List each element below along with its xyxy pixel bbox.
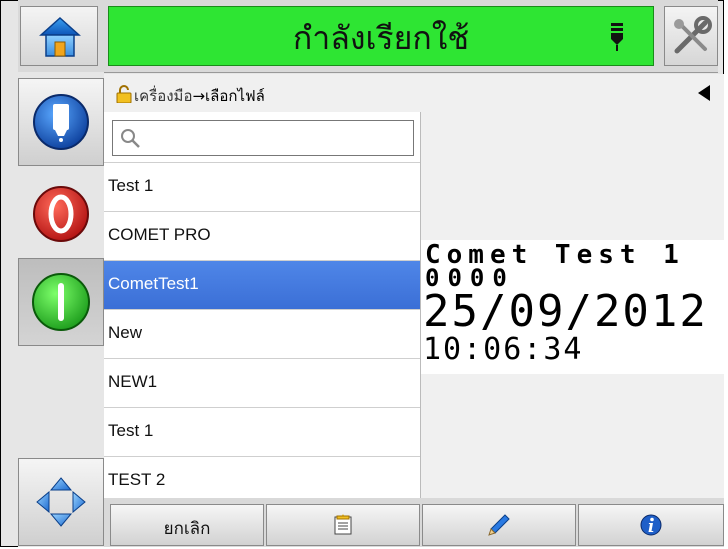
stop-button[interactable]	[18, 170, 104, 258]
breadcrumb-bar: เครื่องมือ→เลือกไฟล์	[104, 74, 724, 112]
file-item[interactable]: Test 1	[104, 162, 420, 211]
breadcrumb: เครื่องมือ→เลือกไฟล์	[134, 84, 265, 108]
tools-button[interactable]	[664, 6, 718, 66]
search-input[interactable]	[112, 120, 414, 156]
preview-panel: Comet Test 1 0000 25/09/2012 10:06:34	[421, 112, 724, 498]
status-banner: กำลังเรียกใช้	[108, 6, 654, 66]
lock-icon	[116, 85, 132, 103]
start-button[interactable]	[18, 258, 104, 346]
cancel-button[interactable]: ยกเลิก	[110, 504, 264, 546]
left-toolbar	[18, 72, 104, 547]
file-item[interactable]: NEW1	[104, 358, 420, 407]
info-icon	[640, 514, 662, 536]
ink-cartridge-icon	[33, 94, 89, 150]
pencil-icon	[488, 514, 510, 536]
info-button[interactable]	[578, 504, 724, 546]
start-icon	[32, 273, 90, 331]
breadcrumb-separator: →	[192, 87, 206, 105]
top-bar: กำลังเรียกใช้	[18, 0, 718, 73]
bottom-toolbar: ยกเลิก	[104, 498, 724, 547]
back-arrow-icon[interactable]	[698, 85, 710, 101]
new-file-icon	[334, 514, 352, 535]
message-preview: Comet Test 1 0000 25/09/2012 10:06:34	[421, 240, 724, 374]
breadcrumb-tools[interactable]: เครื่องมือ	[134, 87, 192, 105]
status-text: กำลังเรียกใช้	[292, 19, 470, 57]
navigation-button[interactable]	[18, 458, 104, 546]
home-icon	[39, 16, 81, 57]
breadcrumb-current: เลือกไฟล์	[205, 87, 265, 105]
file-list-panel: Test 1 COMET PRO CometTest1 New NEW1 Tes…	[104, 112, 421, 498]
printhead-icon	[611, 23, 623, 51]
ink-button[interactable]	[18, 78, 104, 166]
file-item[interactable]: COMET PRO	[104, 211, 420, 260]
navigation-arrows-icon	[36, 477, 86, 527]
home-button[interactable]	[20, 6, 98, 66]
file-item[interactable]: Test 1	[104, 407, 420, 456]
cancel-label: ยกเลิก	[163, 519, 211, 539]
file-item[interactable]: New	[104, 309, 420, 358]
preview-line-4: 10:06:34	[423, 332, 584, 367]
search-icon	[121, 129, 140, 148]
tools-icon	[674, 16, 712, 54]
preview-line-3: 25/09/2012	[423, 286, 708, 337]
new-file-button[interactable]	[266, 504, 420, 546]
file-item[interactable]: TEST 2	[104, 456, 420, 498]
stop-icon	[33, 186, 89, 242]
edit-button[interactable]	[422, 504, 576, 546]
file-item-selected[interactable]: CometTest1	[104, 260, 420, 309]
